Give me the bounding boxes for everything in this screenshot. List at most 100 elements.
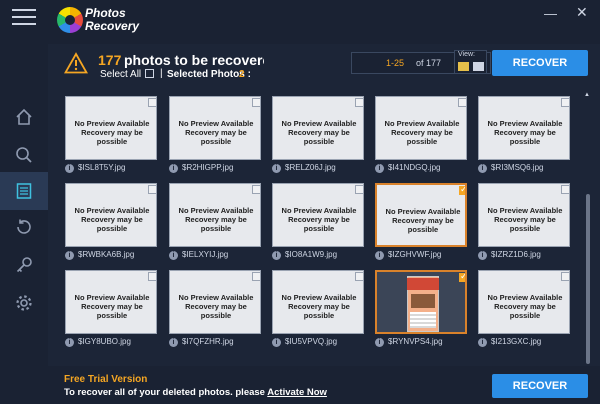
photo-checkbox[interactable]	[252, 272, 260, 281]
scroll-thumb[interactable]	[586, 194, 590, 364]
photo-card[interactable]: No Preview Available Recovery may be poss…	[272, 96, 364, 176]
photo-card[interactable]: No Preview Available Recovery may be poss…	[65, 96, 157, 176]
info-icon[interactable]: i	[169, 164, 178, 173]
close-button[interactable]: ✕	[576, 4, 588, 20]
info-icon[interactable]: i	[65, 251, 74, 260]
info-icon[interactable]: i	[65, 338, 74, 347]
info-icon[interactable]: i	[272, 164, 281, 173]
photo-card[interactable]: No Preview Available Recovery may be poss…	[169, 183, 261, 263]
photo-thumbnail[interactable]: No Preview Available Recovery may be poss…	[272, 270, 364, 334]
activate-now-link[interactable]: Activate Now	[267, 387, 327, 398]
no-preview-line2: Recovery may be possible	[288, 128, 350, 146]
photo-thumbnail[interactable]: No Preview Available Recovery may be poss…	[272, 96, 364, 160]
photo-thumbnail[interactable]: No Preview Available Recovery may be poss…	[65, 96, 157, 160]
sidebar-item-history[interactable]	[0, 208, 48, 246]
photo-card[interactable]: No Preview Available Recovery may be poss…	[478, 183, 570, 263]
photo-checkbox[interactable]	[252, 185, 260, 194]
sidebar-item-key[interactable]	[0, 246, 48, 284]
photo-thumbnail[interactable]	[375, 270, 467, 334]
photo-card[interactable]: No Preview Available Recovery may be poss…	[65, 270, 157, 350]
no-preview-line2: Recovery may be possible	[494, 302, 556, 320]
photo-thumbnail[interactable]: No Preview Available Recovery may be poss…	[65, 270, 157, 334]
photo-card[interactable]: i $RYNVPS4.jpg	[375, 270, 467, 350]
no-preview-line2: Recovery may be possible	[288, 302, 350, 320]
photo-checkbox[interactable]	[561, 272, 569, 281]
trial-message: To recover all of your deleted photos. p…	[64, 387, 327, 398]
scrollbar[interactable]: ▲	[584, 92, 592, 364]
info-icon[interactable]: i	[272, 338, 281, 347]
sidebar-item-home[interactable]	[0, 98, 48, 136]
title-bar: Photos Recovery — ✕	[0, 0, 600, 44]
photo-checkbox[interactable]	[355, 272, 363, 281]
info-icon[interactable]: i	[375, 338, 384, 347]
grid-view-icon[interactable]	[458, 62, 469, 71]
photo-checkbox[interactable]	[148, 98, 156, 107]
no-preview-text: No Preview Available Recovery may be poss…	[273, 206, 363, 233]
sidebar-item-search[interactable]	[0, 136, 48, 174]
photo-thumbnail[interactable]: No Preview Available Recovery may be poss…	[478, 270, 570, 334]
recover-button-bottom[interactable]: RECOVER	[492, 374, 588, 398]
no-preview-text: No Preview Available Recovery may be poss…	[170, 293, 260, 320]
info-icon[interactable]: i	[375, 251, 384, 260]
photo-thumbnail[interactable]: No Preview Available Recovery may be poss…	[169, 96, 261, 160]
photo-checkbox[interactable]	[459, 272, 465, 282]
photo-filename: $ISL8T5Y.jpg	[78, 163, 126, 172]
photo-checkbox[interactable]	[561, 98, 569, 107]
list-icon	[16, 183, 32, 199]
no-preview-line1: No Preview Available	[74, 206, 150, 215]
photo-checkbox[interactable]	[148, 272, 156, 281]
photo-thumbnail[interactable]: No Preview Available Recovery may be poss…	[478, 96, 570, 160]
photo-filename: $I213GXC.jpg	[491, 337, 542, 346]
photo-filename: $IZGHVWF.jpg	[388, 250, 442, 259]
no-preview-line1: No Preview Available	[385, 207, 461, 216]
select-all-box[interactable]	[145, 69, 155, 78]
view-label: View:	[458, 51, 475, 58]
info-icon[interactable]: i	[272, 251, 281, 260]
info-icon[interactable]: i	[169, 338, 178, 347]
select-all-checkbox[interactable]: Select All	[100, 69, 155, 80]
recover-button[interactable]: RECOVER	[492, 50, 588, 76]
photo-card[interactable]: No Preview Available Recovery may be poss…	[272, 270, 364, 350]
photo-checkbox[interactable]	[355, 98, 363, 107]
info-icon[interactable]: i	[478, 338, 487, 347]
no-preview-line1: No Preview Available	[487, 206, 563, 215]
photo-card[interactable]: No Preview Available Recovery may be poss…	[375, 96, 467, 176]
photo-thumbnail[interactable]: No Preview Available Recovery may be poss…	[169, 183, 261, 247]
results-header: 177 photos to be recoverec Select All | …	[48, 44, 600, 88]
info-icon[interactable]: i	[65, 164, 74, 173]
photo-thumbnail[interactable]: No Preview Available Recovery may be poss…	[375, 96, 467, 160]
photo-checkbox[interactable]	[458, 98, 466, 107]
photo-checkbox[interactable]	[252, 98, 260, 107]
info-icon[interactable]: i	[169, 251, 178, 260]
photo-thumbnail[interactable]: No Preview Available Recovery may be poss…	[375, 183, 467, 247]
photo-card[interactable]: No Preview Available Recovery may be poss…	[478, 96, 570, 176]
no-preview-text: No Preview Available Recovery may be poss…	[170, 119, 260, 146]
photo-card[interactable]: No Preview Available Recovery may be poss…	[65, 183, 157, 263]
no-preview-line1: No Preview Available	[487, 293, 563, 302]
sidebar-item-settings[interactable]	[0, 284, 48, 322]
photo-thumbnail[interactable]: No Preview Available Recovery may be poss…	[272, 183, 364, 247]
info-icon[interactable]: i	[478, 251, 487, 260]
photo-thumbnail[interactable]: No Preview Available Recovery may be poss…	[65, 183, 157, 247]
sidebar-item-list[interactable]	[0, 172, 48, 210]
photo-checkbox[interactable]	[459, 185, 465, 195]
no-preview-line2: Recovery may be possible	[392, 216, 454, 234]
scroll-up-icon[interactable]: ▲	[584, 92, 590, 98]
photo-card[interactable]: No Preview Available Recovery may be poss…	[169, 96, 261, 176]
photo-card[interactable]: No Preview Available Recovery may be poss…	[272, 183, 364, 263]
home-icon	[16, 108, 32, 125]
photo-card[interactable]: No Preview Available Recovery may be poss…	[478, 270, 570, 350]
photo-thumbnail[interactable]: No Preview Available Recovery may be poss…	[478, 183, 570, 247]
photo-card[interactable]: No Preview Available Recovery may be poss…	[375, 183, 467, 263]
list-view-icon[interactable]	[473, 62, 484, 71]
photo-checkbox[interactable]	[561, 185, 569, 194]
photo-thumbnail[interactable]: No Preview Available Recovery may be poss…	[169, 270, 261, 334]
info-icon[interactable]: i	[478, 164, 487, 173]
photo-checkbox[interactable]	[148, 185, 156, 194]
hamburger-menu-icon[interactable]	[12, 9, 36, 27]
photo-card[interactable]: No Preview Available Recovery may be poss…	[169, 270, 261, 350]
info-icon[interactable]: i	[375, 164, 384, 173]
minimize-button[interactable]: —	[544, 6, 557, 21]
photo-filename: $RELZ06J.jpg	[285, 163, 336, 172]
photo-checkbox[interactable]	[355, 185, 363, 194]
